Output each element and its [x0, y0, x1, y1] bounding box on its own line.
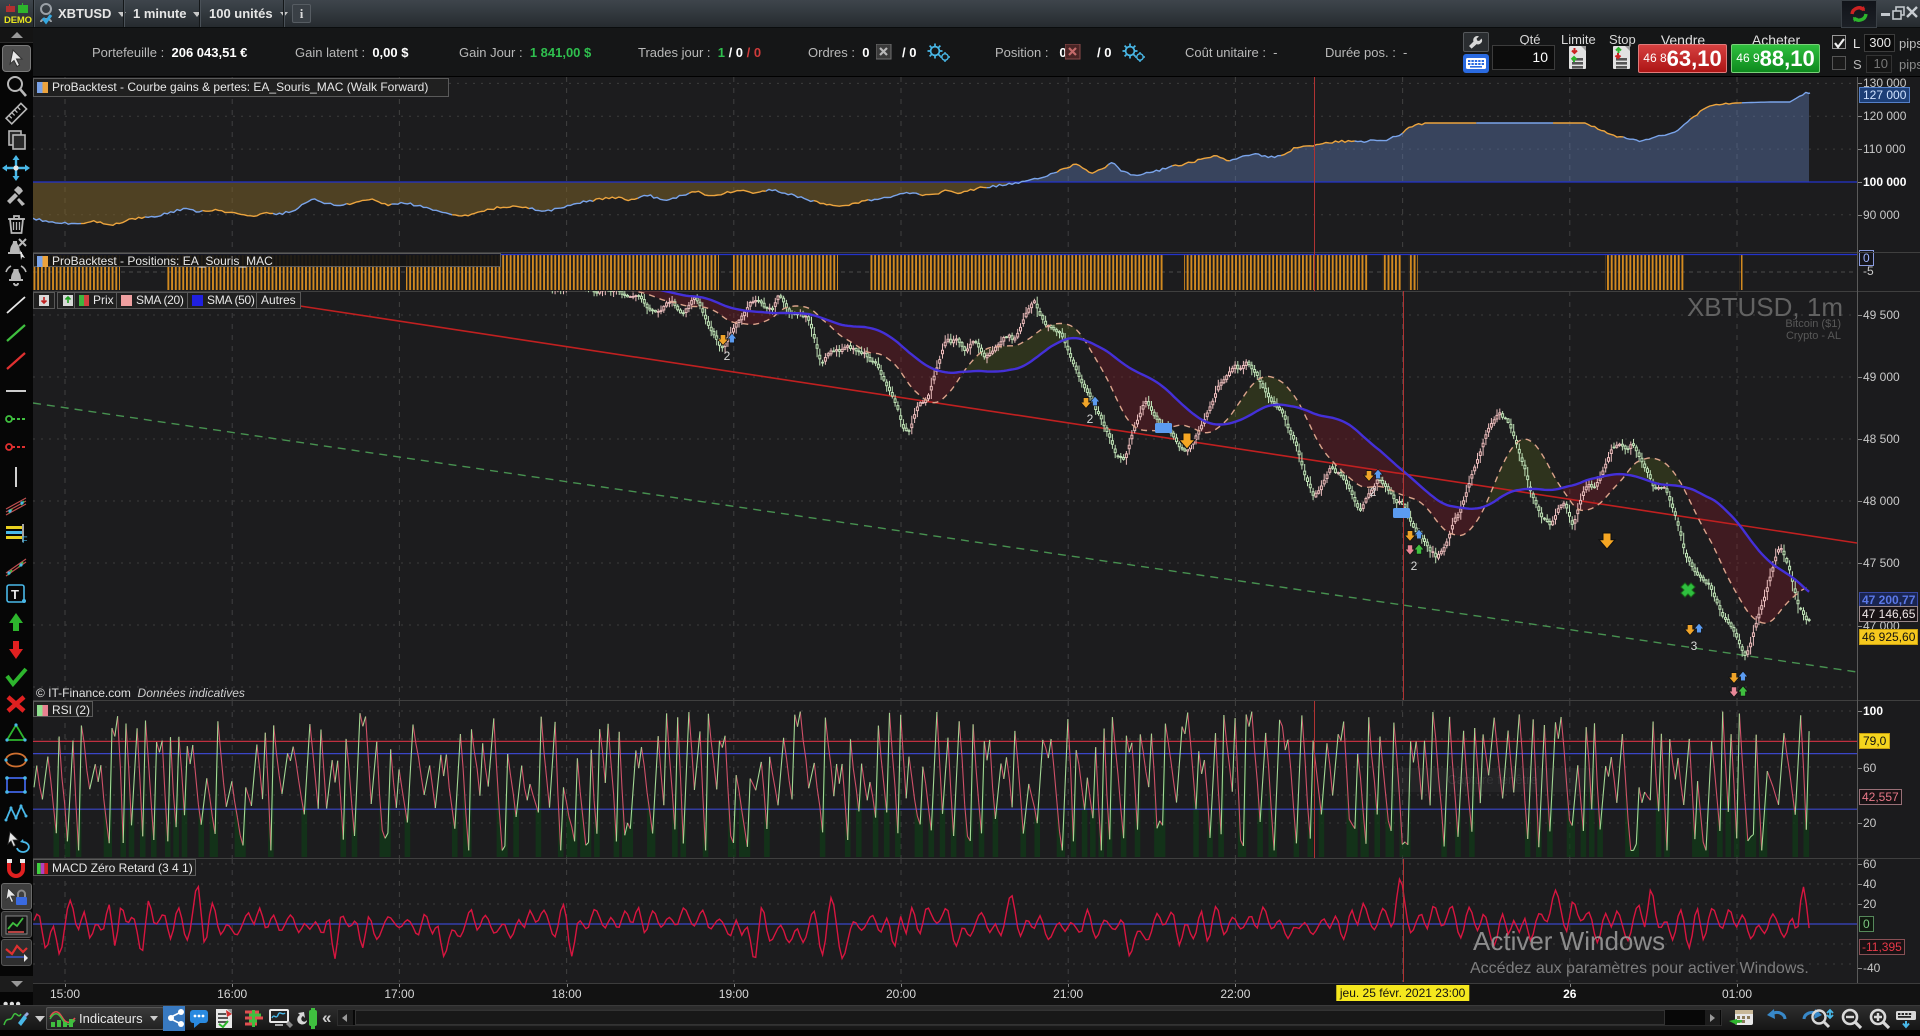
svg-text:3: 3: [1691, 639, 1698, 653]
svg-text:DEMO: DEMO: [4, 15, 32, 26]
svg-text:T: T: [11, 587, 19, 602]
svg-text:2: 2: [1370, 485, 1377, 499]
svg-text:F: F: [22, 535, 28, 545]
svg-text:2: 2: [1087, 412, 1094, 426]
svg-text:2: 2: [724, 349, 731, 363]
svg-text:2: 2: [1411, 559, 1418, 573]
